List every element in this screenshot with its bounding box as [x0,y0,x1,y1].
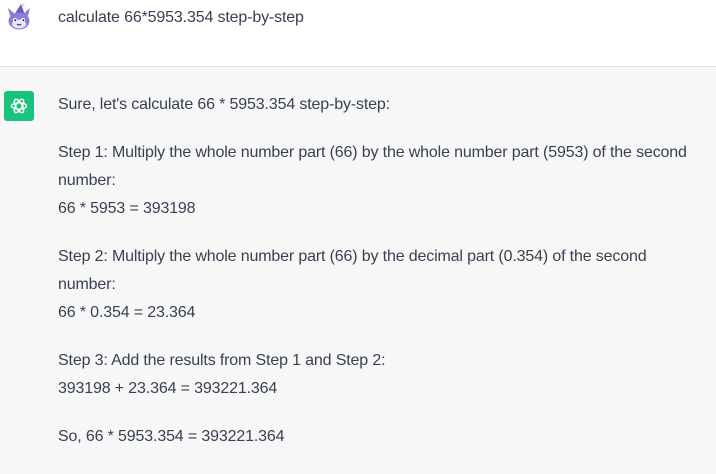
wizard-cat-avatar-icon [4,3,34,33]
openai-logo-icon [4,91,34,121]
intro-text: Sure, let's calculate 66 * 5953.354 step… [58,96,390,113]
step-1-description: Step 1: Multiply the whole number part (… [58,144,687,189]
assistant-message: Sure, let's calculate 66 * 5953.354 step… [0,67,716,474]
assistant-message-body: Sure, let's calculate 66 * 5953.354 step… [58,91,704,471]
user-message-text: calculate 66*5953.354 step-by-step [58,9,304,26]
step-3-equation: 393198 + 23.364 = 393221.364 [58,380,278,397]
conclusion-text: So, 66 * 5953.354 = 393221.364 [58,428,285,445]
step-2-equation: 66 * 0.354 = 23.364 [58,304,196,321]
step-2-description: Step 2: Multiply the whole number part (… [58,248,647,293]
user-message: calculate 66*5953.354 step-by-step [0,0,716,67]
step-2: Step 2: Multiply the whole number part (… [58,243,704,327]
step-1: Step 1: Multiply the whole number part (… [58,139,704,223]
step-1-equation: 66 * 5953 = 393198 [58,200,196,217]
step-3: Step 3: Add the results from Step 1 and … [58,347,704,403]
step-3-description: Step 3: Add the results from Step 1 and … [58,352,386,369]
